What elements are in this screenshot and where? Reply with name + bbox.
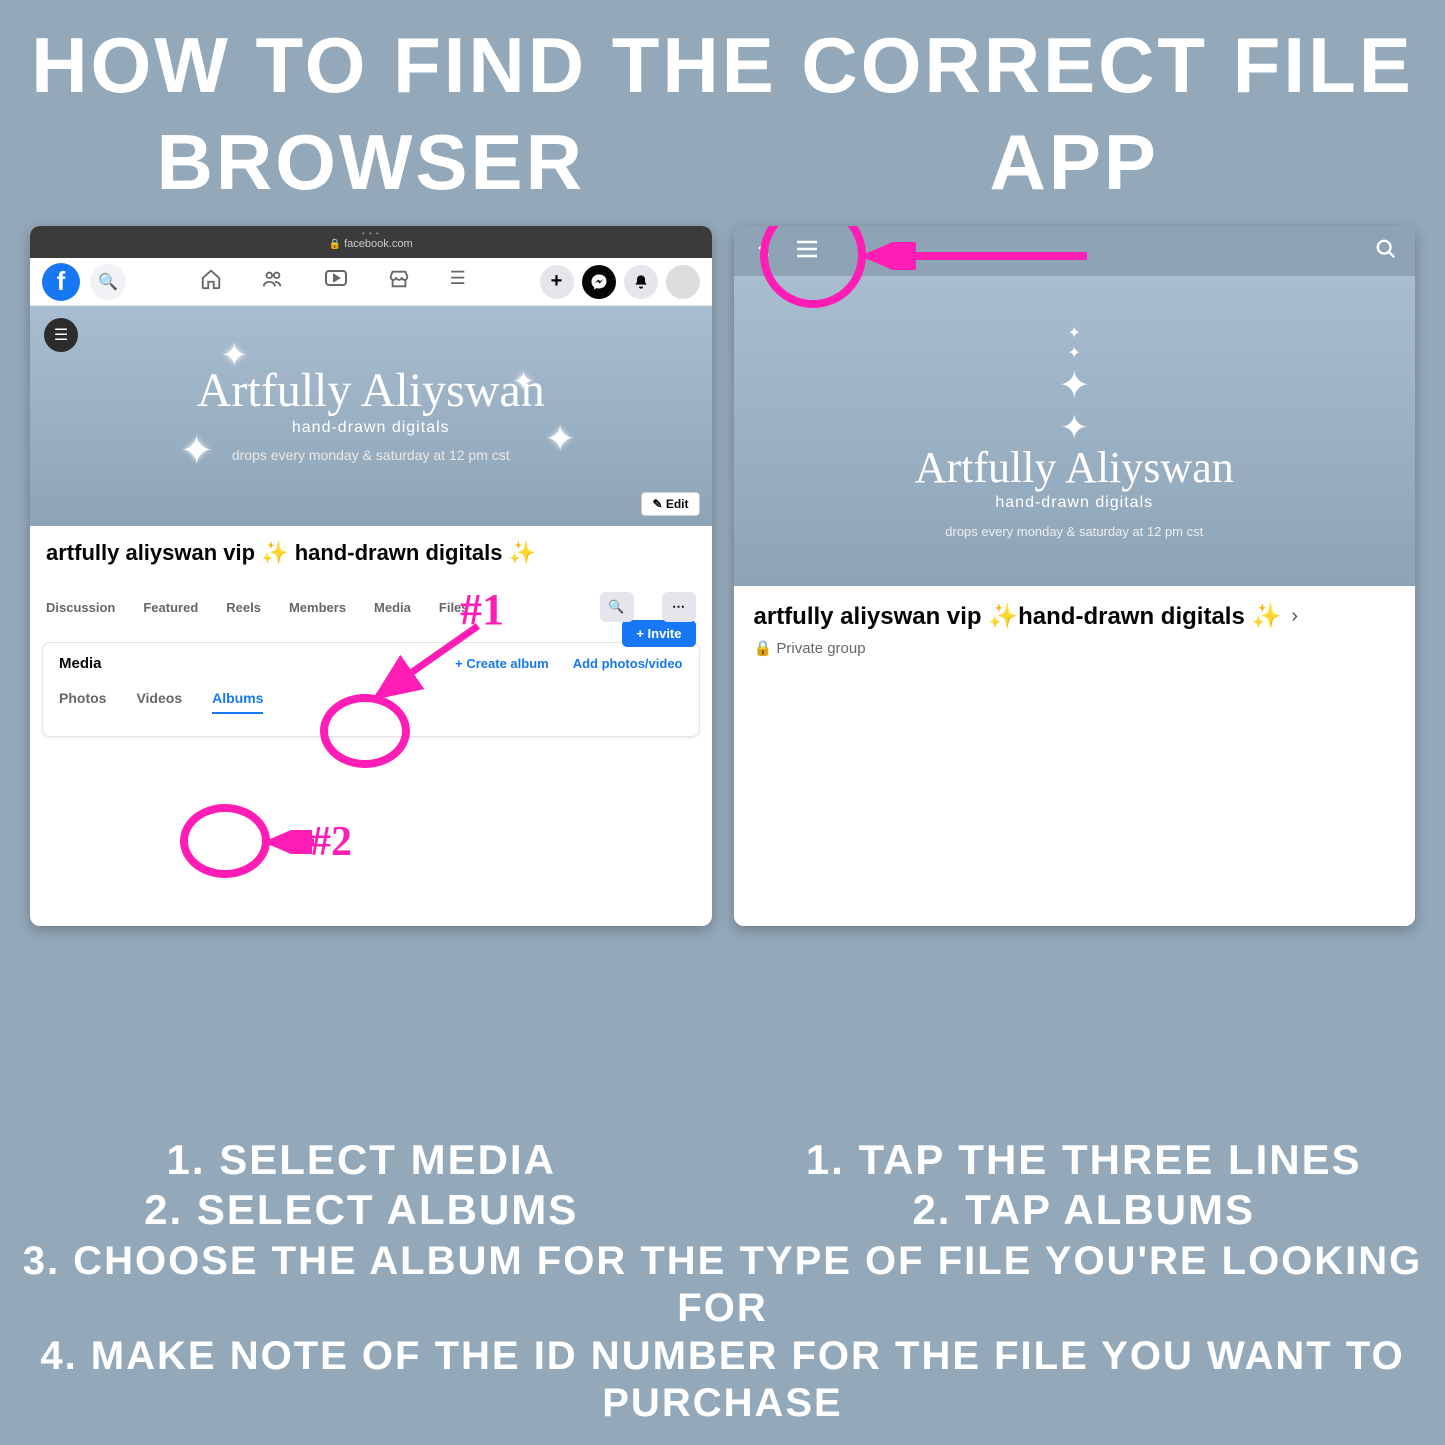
tab-featured[interactable]: Featured [143,600,198,615]
address-bar[interactable]: facebook.com [329,238,413,250]
sparkle-icon: ✦ [1058,363,1090,408]
sparkle-icon: ✦ [513,366,535,397]
search-icon: 🔍 [608,599,624,615]
sparkle-icon: ✦ [1068,323,1081,343]
group-menu-button[interactable]: ☰ [44,318,78,352]
brand-name: Artfully Aliyswan [197,369,545,412]
create-album-link[interactable]: + Create album [455,656,549,671]
group-title-line2: hand-drawn digitals ✨ [1018,602,1281,631]
browser-label: BROWSER [30,117,712,208]
friends-icon[interactable] [262,268,284,295]
sparkle-icon: ✦ [221,336,248,374]
instruction-browser-1: 1. SELECT MEDIA [0,1135,723,1185]
account-button[interactable] [666,265,700,299]
subtab-videos[interactable]: Videos [136,690,182,714]
brand-name: Artfully Aliyswan [915,448,1234,488]
page-heading: HOW TO FIND THE CORRECT FILE [0,0,1445,111]
group-tabs: Discussion Featured Reels Members Media … [30,574,712,632]
watch-icon[interactable] [324,268,348,295]
brand-schedule: drops every monday & saturday at 12 pm c… [945,524,1203,539]
tab-members[interactable]: Members [289,600,346,615]
sparkle-icon: ✦ [1068,343,1081,363]
group-cover-banner: ☰ ✦ ✦ ✦ ✦ Artfully Aliyswan hand-drawn d… [30,306,712,526]
tab-files[interactable]: Files [439,600,469,615]
brand-schedule: drops every monday & saturday at 12 pm c… [232,447,510,463]
app-top-bar [734,226,1416,276]
marketplace-icon[interactable] [388,268,410,295]
media-heading: Media [59,655,102,672]
tab-media[interactable]: Media [374,600,411,615]
more-icon: ⋯ [672,599,685,615]
annotation-label-2: #2 [310,818,352,866]
back-icon[interactable] [752,236,776,266]
browser-screenshot: • • • facebook.com f 🔍 [30,226,712,926]
more-tab-button[interactable]: ⋯ [662,592,696,622]
app-label: APP [734,117,1416,208]
home-icon[interactable] [200,268,222,295]
instructions-block: 1. SELECT MEDIA 2. SELECT ALBUMS 1. TAP … [0,1135,1445,1427]
instruction-shared-4: 4. MAKE NOTE OF THE ID NUMBER FOR THE FI… [0,1333,1445,1427]
privacy-label: 🔒 Private group [754,639,1396,657]
group-header: artfully aliyswan vip ✨ hand-drawn digit… [30,526,712,574]
tab-reels[interactable]: Reels [226,600,261,615]
search-button[interactable]: 🔍 [90,264,126,300]
instruction-browser-2: 2. SELECT ALBUMS [0,1185,723,1235]
add-photos-link[interactable]: Add photos/video [573,656,683,671]
app-column: APP ✦ ✦ ✦ ✦ Artfully Aliyswan [734,111,1416,926]
instruction-shared-3: 3. CHOOSE THE ALBUM FOR THE TYPE OF FILE… [0,1238,1445,1332]
app-screenshot: ✦ ✦ ✦ ✦ Artfully Aliyswan hand-drawn dig… [734,226,1416,926]
sparkle-icon: ✦ [1060,408,1089,448]
sparkle-icon: ✦ [545,418,575,460]
instruction-app-1: 1. TAP THE THREE LINES [723,1135,1445,1185]
lock-icon: 🔒 [754,640,773,657]
chevron-right-icon: › [1291,605,1298,628]
brand-subtitle: hand-drawn digitals [995,494,1153,512]
facebook-logo[interactable]: f [42,263,80,301]
sparkle-icon: ✦ [180,428,214,474]
facebook-top-nav: f 🔍 ☰ [30,258,712,306]
hamburger-icon[interactable] [796,238,818,264]
create-button[interactable]: + [540,265,574,299]
annotation-circle-albums [180,804,270,878]
instruction-app-2: 2. TAP ALBUMS [723,1185,1445,1235]
app-content-area [734,673,1416,926]
annotation-arrow-2 [266,830,316,854]
app-cover-banner: ✦ ✦ ✦ ✦ Artfully Aliyswan hand-drawn dig… [734,276,1416,586]
subtab-photos[interactable]: Photos [59,690,106,714]
app-group-header[interactable]: artfully aliyswan vip ✨ hand-drawn digit… [734,586,1416,673]
browser-chrome-bar: • • • facebook.com [30,226,712,258]
browser-column: BROWSER • • • facebook.com f 🔍 [30,111,712,926]
edit-cover-button[interactable]: ✎ Edit [641,492,699,516]
search-icon: 🔍 [98,272,118,292]
brand-subtitle: hand-drawn digitals [292,419,450,437]
search-tab-button[interactable]: 🔍 [600,592,634,622]
media-card: Media + Create album Add photos/video Ph… [42,642,700,737]
privacy-text: Private group [776,640,865,657]
group-title: artfully aliyswan vip ✨ hand-drawn digit… [46,540,696,566]
group-title-line1: artfully aliyswan vip ✨ [754,602,1019,631]
messenger-button[interactable] [582,265,616,299]
subtab-albums[interactable]: Albums [212,690,263,714]
menu-icon[interactable]: ☰ [450,268,466,295]
notifications-button[interactable] [624,265,658,299]
search-icon[interactable] [1375,238,1397,265]
browser-dots: • • • [362,229,380,238]
tab-discussion[interactable]: Discussion [46,600,115,615]
